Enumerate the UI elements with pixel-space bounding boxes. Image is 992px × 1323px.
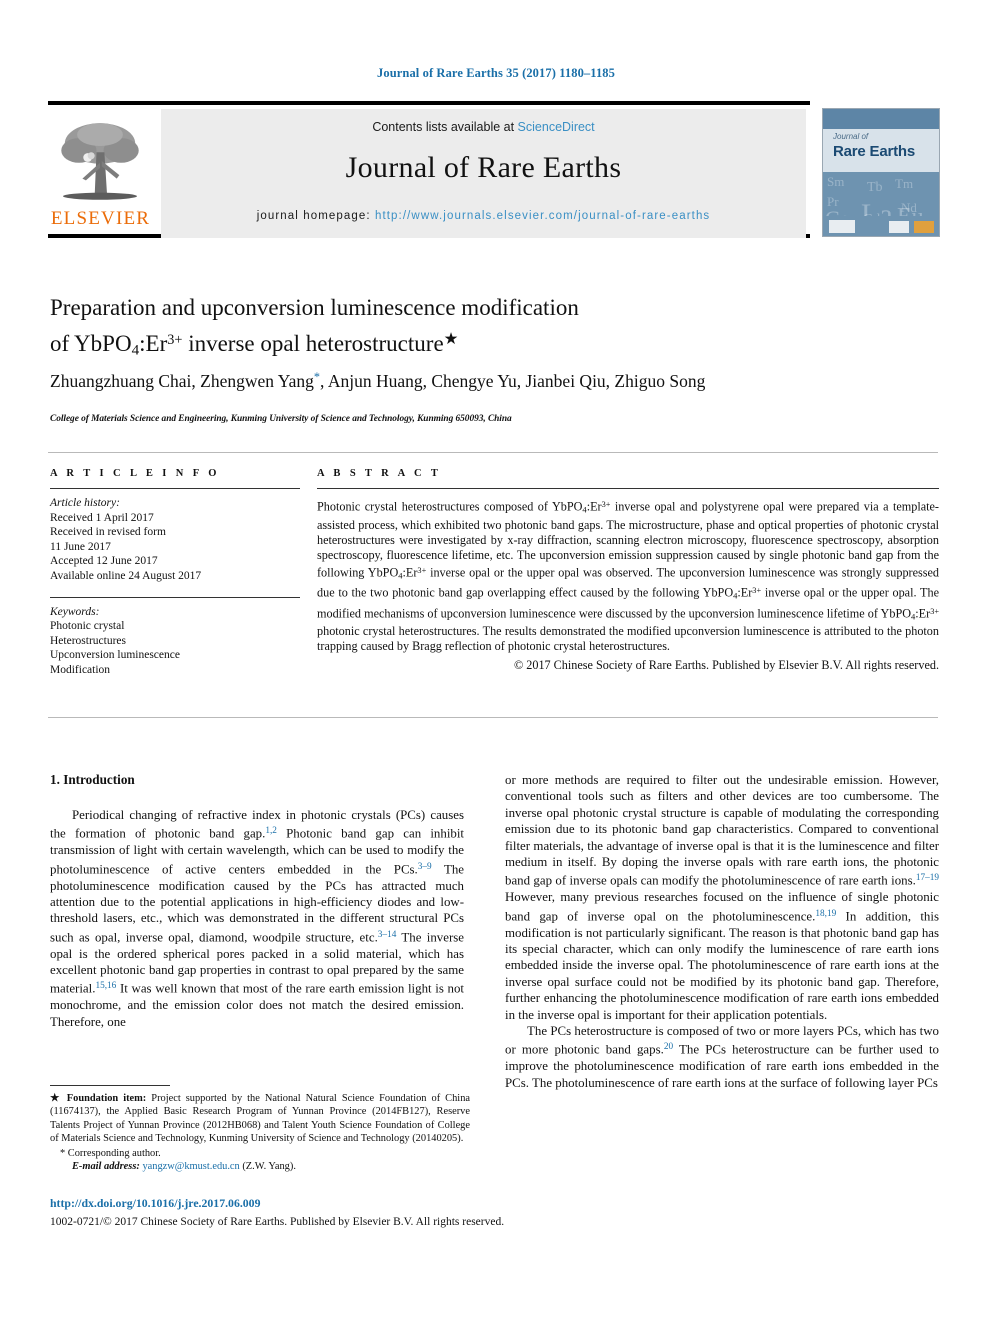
author-list: Zhuangzhuang Chai, Zhengwen Yang*, Anjun… bbox=[50, 365, 770, 393]
running-head: Journal of Rare Earths 35 (2017) 1180–11… bbox=[377, 66, 615, 80]
abstract-column: A B S T R A C T Photonic crystal heteros… bbox=[317, 468, 939, 673]
foundation-footnote: ★ Foundation item: Project supported by … bbox=[50, 1092, 470, 1145]
page-title: Preparation and upconversion luminescenc… bbox=[50, 292, 750, 365]
abstract-mid-3: :Er bbox=[737, 586, 753, 601]
history-line: Received 1 April 2017 bbox=[50, 511, 154, 524]
elsevier-tree-icon bbox=[61, 123, 139, 200]
affiliation: College of Materials Science and Enginee… bbox=[50, 414, 512, 424]
contents-prefix: Contents lists available at bbox=[372, 120, 518, 134]
history-line: Available online 24 August 2017 bbox=[50, 569, 202, 582]
journal-title: Journal of Rare Earths bbox=[345, 151, 622, 184]
title-line-2-prefix: of YbPO bbox=[50, 330, 132, 356]
journal-masthead: ELSEVIER Contents lists available at Sci… bbox=[48, 101, 810, 238]
info-rule-top bbox=[48, 452, 938, 453]
corresponding-text: Corresponding author. bbox=[65, 1148, 161, 1160]
title-mid: :Er bbox=[139, 330, 168, 356]
title-line-1: Preparation and upconversion luminescenc… bbox=[50, 295, 579, 320]
sciencedirect-link[interactable]: ScienceDirect bbox=[518, 120, 595, 134]
email-suffix: (Z.W. Yang). bbox=[239, 1161, 296, 1173]
citation-ref[interactable]: 18,19 bbox=[815, 909, 836, 919]
abstract-heading: A B S T R A C T bbox=[317, 468, 442, 479]
body-left-column: 1. Introduction Periodical changing of r… bbox=[50, 772, 464, 1030]
abstract-sup-4: 3+ bbox=[930, 606, 939, 616]
elsevier-logo: ELSEVIER bbox=[48, 109, 153, 236]
para-seg: or more methods are required to filter o… bbox=[505, 773, 939, 888]
abstract-sup-2: 3+ bbox=[417, 565, 427, 575]
keywords-divider bbox=[50, 596, 300, 598]
citation-ref[interactable]: 20 bbox=[664, 1042, 673, 1052]
email-label: E-mail address: bbox=[72, 1161, 140, 1173]
article-history-label: Article history: bbox=[50, 497, 120, 509]
para-seg: In addition, this modification is not pa… bbox=[505, 909, 940, 1022]
email-link[interactable]: yangzw@kmust.edu.cn bbox=[142, 1161, 239, 1172]
citation-ref[interactable]: 3–9 bbox=[418, 862, 432, 872]
abstract-seg-5: photonic crystal heterostructures. The r… bbox=[317, 624, 939, 654]
section-heading-introduction: 1. Introduction bbox=[50, 772, 135, 787]
keyword-item: Modification bbox=[50, 663, 111, 676]
abstract-seg-1: Photonic crystal heterostructures compos… bbox=[317, 499, 583, 514]
keywords-block: Keywords: Photonic crystal Heterostructu… bbox=[50, 605, 300, 678]
keyword-item: Heterostructures bbox=[50, 634, 126, 647]
citation-ref[interactable]: 17–19 bbox=[916, 873, 939, 883]
title-line-2-suffix: inverse opal heterostructure bbox=[182, 330, 444, 356]
cover-badge-one bbox=[889, 221, 909, 233]
footnote-block: ★ Foundation item: Project supported by … bbox=[50, 1092, 470, 1174]
article-info-column: A R T I C L E I N F O Article history: R… bbox=[50, 468, 300, 678]
keyword-item: Photonic crystal bbox=[50, 620, 125, 633]
doi-link[interactable]: http://dx.doi.org/10.1016/j.jre.2017.06.… bbox=[50, 1196, 260, 1211]
abstract-mid-4: :Er bbox=[915, 606, 931, 621]
paragraph: or more methods are required to filter o… bbox=[505, 772, 939, 1023]
keywords-label: Keywords: bbox=[50, 605, 100, 618]
abstract-mid-1: :Er bbox=[586, 499, 602, 514]
cover-top-strip bbox=[823, 109, 939, 129]
body-right-column: or more methods are required to filter o… bbox=[505, 772, 939, 1091]
article-info-divider bbox=[50, 488, 300, 489]
history-line: Accepted 12 June 2017 bbox=[50, 555, 158, 568]
cover-elsevier-badge bbox=[829, 220, 855, 233]
paragraph: Periodical changing of refractive index … bbox=[50, 807, 464, 1030]
paragraph: The PCs heterostructure is composed of t… bbox=[505, 1023, 939, 1091]
journal-homepage-line: journal homepage: http://www.journals.el… bbox=[161, 210, 806, 222]
abstract-text: Photonic crystal heterostructures compos… bbox=[317, 497, 939, 655]
issn-copyright-line: 1002-0721/© 2017 Chinese Society of Rare… bbox=[50, 1216, 505, 1228]
abstract-mid-2: :Er bbox=[402, 565, 418, 580]
authors-rest: , Anjun Huang, Chengye Yu, Jianbei Qiu, … bbox=[320, 370, 706, 391]
title-footnote-star-icon: ★ bbox=[443, 329, 459, 348]
cover-footer-strip bbox=[823, 216, 939, 236]
citation-ref[interactable]: 15,16 bbox=[95, 981, 116, 991]
citation-ref[interactable]: 1,2 bbox=[265, 826, 277, 836]
title-superscript: 3+ bbox=[167, 331, 183, 348]
article-history-block: Article history: Received 1 April 2017 R… bbox=[50, 496, 300, 584]
elsevier-wordmark: ELSEVIER bbox=[50, 208, 151, 229]
journal-cover-thumbnail: Journal of Rare Earths Sm La Tm Pr Tb Nd… bbox=[822, 108, 940, 237]
history-line: Received in revised form bbox=[50, 526, 166, 539]
homepage-label: journal homepage: bbox=[256, 210, 375, 222]
info-rule-bottom bbox=[48, 717, 938, 718]
cover-title: Rare Earths bbox=[833, 143, 916, 160]
authors-first-part: Zhuangzhuang Chai, Zhengwen Yang bbox=[50, 370, 314, 391]
homepage-url-link[interactable]: http://www.journals.elsevier.com/journal… bbox=[375, 210, 710, 222]
abstract-copyright: © 2017 Chinese Society of Rare Earths. P… bbox=[513, 657, 939, 672]
abstract-divider bbox=[317, 488, 939, 489]
abstract-sup-3: 3+ bbox=[752, 586, 762, 596]
keyword-item: Upconversion luminescence bbox=[50, 649, 180, 662]
footnote-rule bbox=[50, 1085, 170, 1086]
masthead-panel: Contents lists available at ScienceDirec… bbox=[161, 109, 806, 238]
article-info-heading: A R T I C L E I N F O bbox=[50, 468, 220, 479]
citation-ref[interactable]: 3–14 bbox=[378, 930, 397, 940]
history-line: 11 June 2017 bbox=[50, 540, 111, 553]
cover-small-label: Journal of bbox=[833, 132, 869, 141]
cover-badge-two bbox=[914, 221, 934, 233]
foundation-star-icon: ★ bbox=[50, 1093, 62, 1104]
contents-available-line: Contents lists available at ScienceDirec… bbox=[161, 120, 806, 134]
email-footnote: E-mail address: yangzw@kmust.edu.cn (Z.W… bbox=[50, 1160, 470, 1173]
foundation-label: Foundation item: bbox=[66, 1093, 147, 1104]
corresponding-author-footnote: * Corresponding author. bbox=[50, 1147, 470, 1160]
paper-page: Journal of Rare Earths 35 (2017) 1180–11… bbox=[0, 0, 992, 1323]
